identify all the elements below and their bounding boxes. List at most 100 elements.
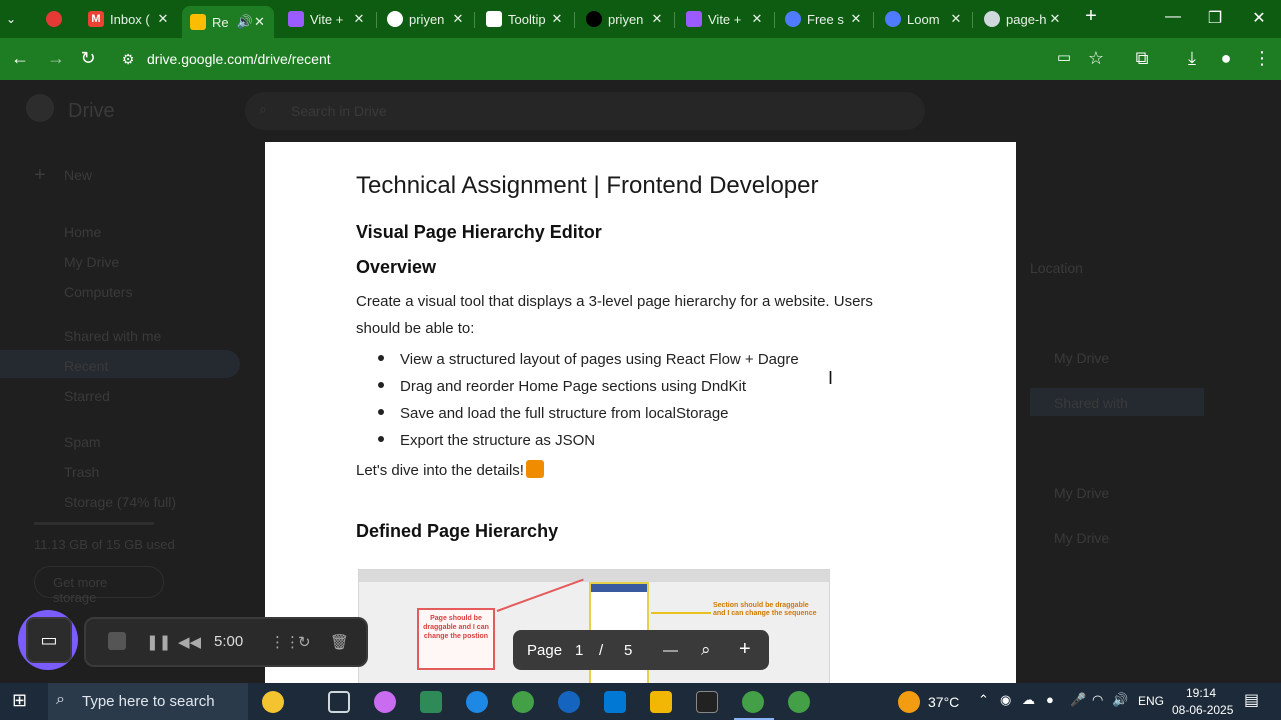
list-item-text: Export the structure as JSON — [400, 432, 596, 449]
tab-label: priyen — [409, 11, 445, 27]
weather-temp[interactable]: 37°C — [928, 694, 959, 710]
chrome-profile-icon[interactable] — [788, 691, 810, 713]
tab-label: Loom — [907, 11, 940, 27]
tab-search-button[interactable]: ⌄ — [6, 4, 30, 34]
page-navigator: Page 1 / 5 — ⌕ + — [513, 630, 769, 670]
drive-logo-icon — [26, 94, 54, 122]
taskbar-search-placeholder: Type here to search — [82, 693, 215, 710]
tray-app-icon[interactable]: ● — [1046, 692, 1054, 707]
drive-logo-text: Drive — [68, 100, 115, 122]
tab-6[interactable]: priyen ✕ — [586, 4, 664, 34]
forward-button[interactable]: → — [44, 48, 68, 69]
tab-5[interactable]: Tooltip ✕ — [486, 4, 564, 34]
fast-forward-emoji-icon — [525, 460, 544, 479]
window-close-button[interactable]: ✕ — [1244, 8, 1274, 28]
browser-menu-icon[interactable]: ⋮ — [1250, 48, 1274, 69]
clock-date[interactable]: 08-06-2025 — [1172, 703, 1233, 717]
location-cell: My Drive — [1054, 350, 1110, 366]
tab-7[interactable]: Vite + ✕ — [686, 4, 764, 34]
bullet-icon — [378, 382, 384, 389]
rewind-icon[interactable]: ◀◀ — [178, 633, 201, 651]
language-indicator[interactable]: ENG — [1138, 694, 1164, 708]
tab-4[interactable]: priyen ✕ — [387, 4, 465, 34]
loom-icon — [885, 11, 901, 27]
restart-icon[interactable]: ↻ — [298, 633, 311, 651]
pause-icon[interactable]: ❚❚ — [146, 633, 171, 651]
restore-button[interactable]: ❐ — [1200, 8, 1230, 28]
storage-usage: 11.13 GB of 15 GB used — [34, 537, 175, 552]
tab-0[interactable] — [46, 4, 76, 34]
tab-2[interactable]: Re 🔊 ✕ — [182, 6, 274, 38]
new-tab-button[interactable]: + — [1076, 5, 1106, 28]
bullet-icon — [378, 436, 384, 443]
bookmark-star-icon[interactable]: ☆ — [1084, 48, 1108, 69]
minimize-button[interactable]: — — [1158, 8, 1188, 26]
close-icon[interactable]: ✕ — [650, 11, 664, 27]
gmail-icon: M — [88, 11, 104, 27]
copilot-icon[interactable] — [374, 691, 396, 713]
trash-icon[interactable]: 🗑 — [330, 633, 349, 651]
tab-label: Vite + — [310, 11, 344, 27]
close-icon[interactable]: ✕ — [253, 14, 266, 30]
stop-button[interactable] — [108, 632, 126, 650]
tab-separator — [376, 12, 377, 28]
profile-avatar[interactable]: ● — [1214, 48, 1238, 69]
tray-app-icon[interactable]: ◉ — [1000, 692, 1011, 708]
zoom-in-button[interactable]: + — [739, 638, 751, 661]
vscode-icon[interactable] — [604, 691, 626, 713]
tab-3[interactable]: Vite + ✕ — [288, 4, 366, 34]
windows-start-icon[interactable]: ⊞ — [12, 690, 27, 711]
weather-icon[interactable] — [898, 691, 920, 713]
tab-8[interactable]: Free s ✕ — [785, 4, 863, 34]
edge-icon[interactable] — [466, 691, 488, 713]
extensions-icon[interactable]: ⧉ — [1130, 48, 1154, 69]
taskbar-search[interactable]: ⌕ Type here to search — [48, 683, 248, 720]
drag-handle-icon[interactable]: ⋮⋮ — [270, 633, 300, 651]
tab-9[interactable]: Loom ✕ — [885, 4, 963, 34]
location-cell: My Drive — [1054, 530, 1110, 546]
list-item-text: Save and load the full structure from lo… — [400, 405, 729, 422]
task-view-icon[interactable] — [328, 691, 350, 713]
close-icon[interactable]: ✕ — [1048, 11, 1062, 27]
wifi-icon[interactable]: ◠ — [1092, 692, 1103, 708]
site-info-icon[interactable]: ⚙ — [116, 51, 140, 68]
address-bar[interactable]: drive.google.com/drive/recent — [147, 51, 331, 67]
tab-label: Vite + — [708, 11, 742, 27]
volume-icon[interactable]: 🔊 — [1112, 692, 1128, 708]
sidebar-item-computers: Computers — [64, 284, 133, 300]
close-icon[interactable]: ✕ — [156, 11, 170, 27]
tray-chevron-icon[interactable]: ⌃ — [978, 692, 989, 708]
speaker-icon[interactable]: 🔊 — [237, 14, 253, 30]
copilot-sparkle-icon[interactable] — [262, 691, 284, 713]
doc-subtitle: Visual Page Hierarchy Editor — [356, 222, 602, 242]
chrome-profile-icon[interactable] — [742, 691, 764, 713]
close-icon[interactable]: ✕ — [550, 11, 564, 27]
page-label: Page — [527, 642, 563, 659]
sidebar-item-recent: Recent — [64, 358, 109, 374]
close-icon[interactable]: ✕ — [949, 11, 963, 27]
install-app-icon[interactable]: ▭ — [1052, 48, 1076, 66]
tab-1[interactable]: M Inbox ( ✕ — [88, 4, 170, 34]
notifications-icon[interactable]: ▤ — [1244, 690, 1259, 710]
zoom-icon[interactable]: ⌕ — [701, 640, 711, 660]
page-current-input[interactable]: 1 — [575, 642, 583, 659]
chrome-icon[interactable] — [512, 691, 534, 713]
camera-icon[interactable]: ▭ — [26, 617, 72, 663]
back-button[interactable]: ← — [8, 48, 32, 69]
download-icon[interactable]: ⤓ — [1180, 48, 1204, 69]
tab-10[interactable]: page-h ✕ — [984, 4, 1062, 34]
close-icon[interactable]: ✕ — [849, 11, 863, 27]
cloud-icon[interactable]: ☁ — [1022, 692, 1035, 708]
diagram-callout-yellow: Section should be draggable and I can ch… — [713, 602, 817, 617]
file-explorer-icon[interactable] — [650, 691, 672, 713]
close-icon[interactable]: ✕ — [352, 11, 366, 27]
terminal-icon[interactable] — [696, 691, 718, 713]
close-icon[interactable]: ✕ — [750, 11, 764, 27]
reload-button[interactable]: ↻ — [76, 48, 100, 69]
close-icon[interactable]: ✕ — [451, 11, 465, 27]
clock-time[interactable]: 19:14 — [1186, 686, 1216, 700]
zoom-out-button[interactable]: — — [663, 642, 678, 659]
store-icon[interactable] — [420, 691, 442, 713]
app-icon[interactable] — [558, 691, 580, 713]
microphone-icon[interactable]: 🎤 — [1070, 692, 1086, 708]
